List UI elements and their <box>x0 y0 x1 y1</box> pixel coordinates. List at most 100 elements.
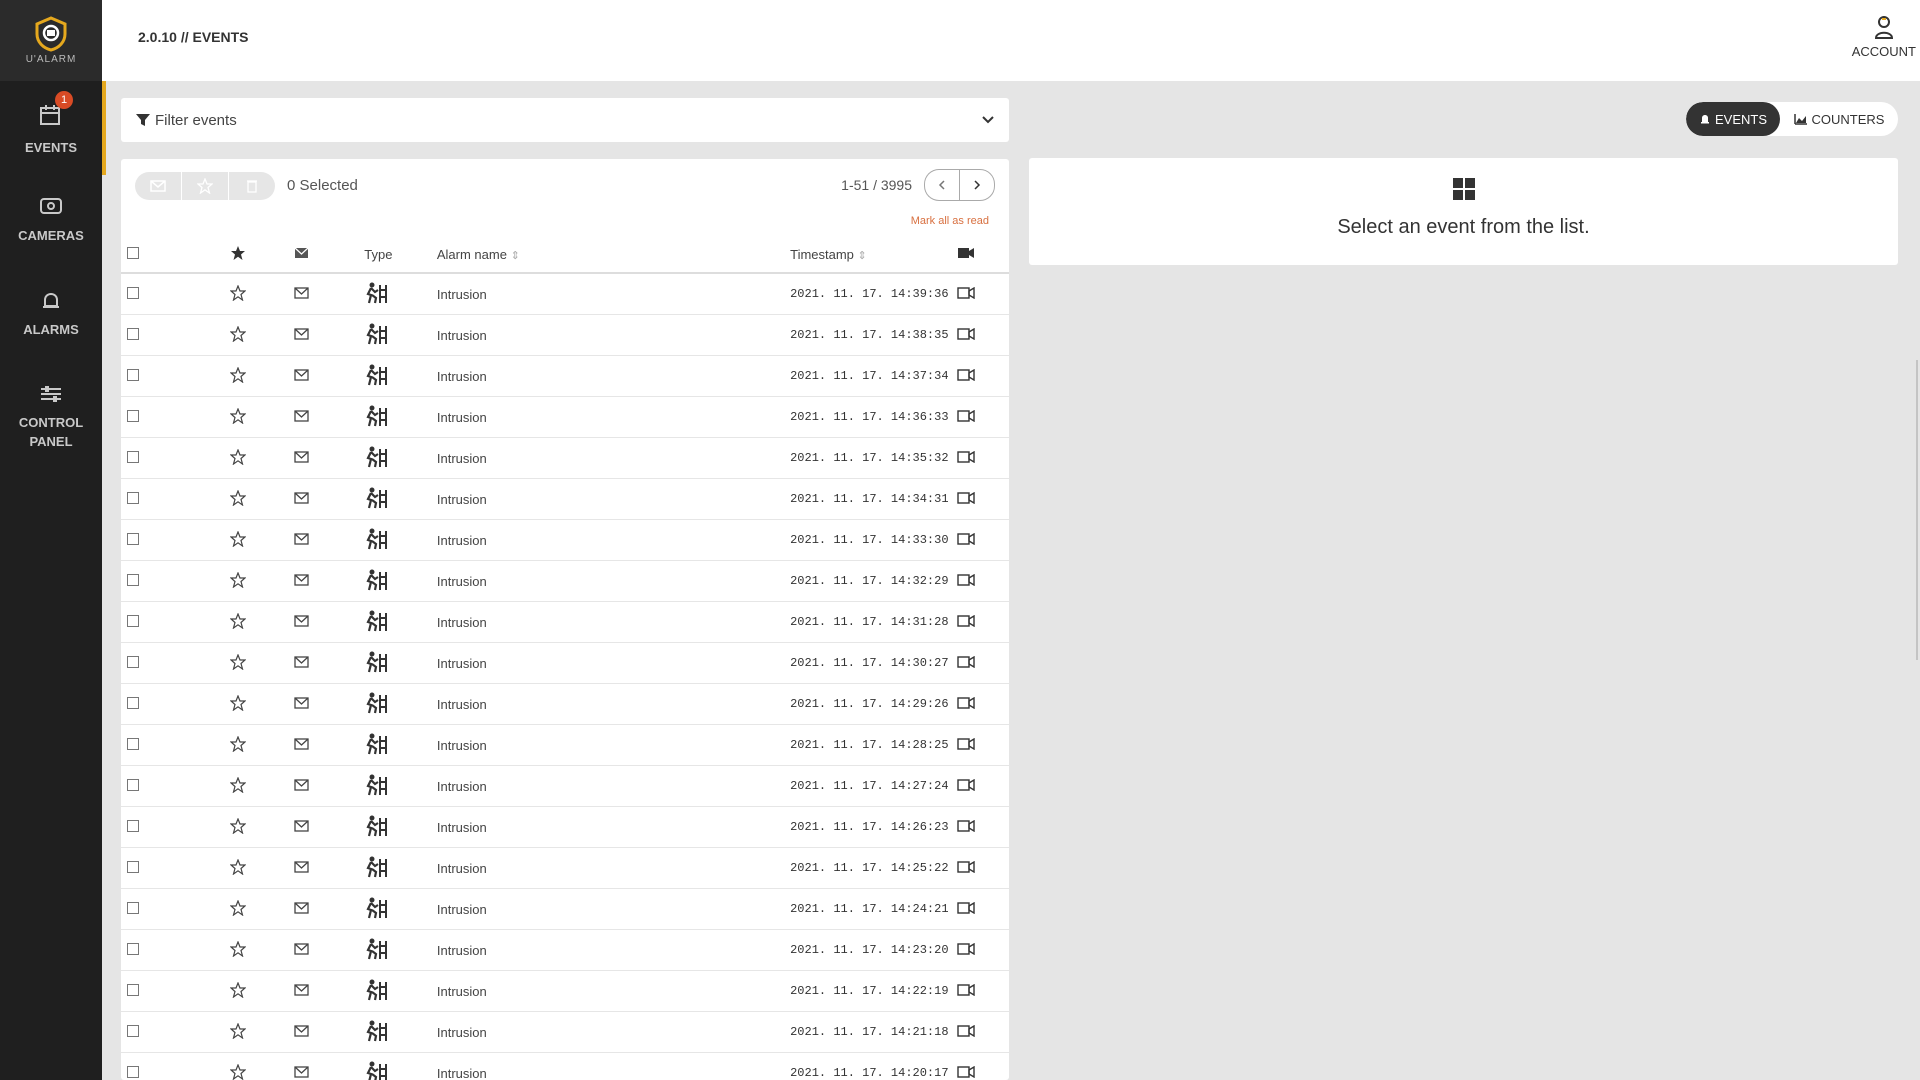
checkbox[interactable] <box>127 778 139 791</box>
row-video-button[interactable] <box>949 396 1009 438</box>
app-logo[interactable]: U'ALARM <box>0 0 102 81</box>
table-row[interactable]: Intrusion 2021. 11. 17. 14:26:23 <box>121 806 1009 848</box>
row-read-toggle[interactable] <box>291 519 365 561</box>
table-row[interactable]: Intrusion 2021. 11. 17. 14:36:33 <box>121 396 1009 438</box>
row-favorite-toggle[interactable] <box>226 1011 292 1053</box>
row-read-toggle[interactable] <box>291 970 365 1012</box>
sidebar-item-control-panel[interactable]: CONTROL PANEL <box>0 383 102 463</box>
next-page-button[interactable] <box>959 169 995 201</box>
row-favorite-toggle[interactable] <box>226 519 292 561</box>
row-favorite-toggle[interactable] <box>226 724 292 766</box>
checkbox[interactable] <box>127 368 139 381</box>
row-read-toggle[interactable] <box>291 478 365 520</box>
row-video-button[interactable] <box>949 806 1009 848</box>
table-row[interactable]: Intrusion 2021. 11. 17. 14:32:29 <box>121 560 1009 602</box>
checkbox[interactable] <box>127 532 139 545</box>
checkbox[interactable] <box>127 286 139 299</box>
chevron-down-icon[interactable] <box>981 115 995 125</box>
row-read-toggle[interactable] <box>291 806 365 848</box>
row-video-button[interactable] <box>949 929 1009 971</box>
checkbox[interactable] <box>127 696 139 709</box>
table-row[interactable]: Intrusion 2021. 11. 17. 14:21:18 <box>121 1011 1009 1053</box>
row-video-button[interactable] <box>949 437 1009 479</box>
row-video-button[interactable] <box>949 519 1009 561</box>
row-video-button[interactable] <box>949 1011 1009 1053</box>
delete-button[interactable] <box>229 172 275 200</box>
header-video[interactable] <box>949 237 1009 274</box>
row-read-toggle[interactable] <box>291 396 365 438</box>
header-select-all[interactable] <box>121 237 227 274</box>
mark-all-read-link[interactable]: Mark all as read <box>911 215 989 227</box>
row-read-toggle[interactable] <box>291 724 365 766</box>
row-video-button[interactable] <box>949 478 1009 520</box>
row-video-button[interactable] <box>949 642 1009 684</box>
row-read-toggle[interactable] <box>291 273 365 315</box>
checkbox[interactable] <box>127 1065 139 1078</box>
prev-page-button[interactable] <box>924 169 959 201</box>
table-row[interactable]: Intrusion 2021. 11. 17. 14:31:28 <box>121 601 1009 643</box>
row-read-toggle[interactable] <box>291 1011 365 1053</box>
checkbox[interactable] <box>127 819 139 832</box>
row-video-button[interactable] <box>949 724 1009 766</box>
mark-read-button[interactable] <box>135 172 182 200</box>
row-favorite-toggle[interactable] <box>226 683 292 725</box>
row-read-toggle[interactable] <box>291 765 365 807</box>
row-video-button[interactable] <box>949 888 1009 930</box>
row-favorite-toggle[interactable] <box>226 355 292 397</box>
row-read-toggle[interactable] <box>291 601 365 643</box>
table-row[interactable]: Intrusion 2021. 11. 17. 14:39:36 <box>121 273 1009 315</box>
row-favorite-toggle[interactable] <box>226 560 292 602</box>
row-video-button[interactable] <box>949 273 1009 315</box>
row-favorite-toggle[interactable] <box>226 273 292 315</box>
row-video-button[interactable] <box>949 847 1009 889</box>
checkbox[interactable] <box>127 409 139 422</box>
checkbox[interactable] <box>127 737 139 750</box>
checkbox[interactable] <box>127 942 139 955</box>
table-row[interactable]: Intrusion 2021. 11. 17. 14:30:27 <box>121 642 1009 684</box>
row-read-toggle[interactable] <box>291 642 365 684</box>
row-favorite-toggle[interactable] <box>226 1052 292 1080</box>
table-row[interactable]: Intrusion 2021. 11. 17. 14:23:20 <box>121 929 1009 971</box>
table-row[interactable]: Intrusion 2021. 11. 17. 14:27:24 <box>121 765 1009 807</box>
row-favorite-toggle[interactable] <box>226 314 292 356</box>
tab-counters[interactable]: COUNTERS <box>1780 102 1898 136</box>
table-row[interactable]: Intrusion 2021. 11. 17. 14:34:31 <box>121 478 1009 520</box>
row-video-button[interactable] <box>949 765 1009 807</box>
row-read-toggle[interactable] <box>291 929 365 971</box>
sidebar-item-events[interactable]: 1 EVENTS <box>0 81 106 175</box>
checkbox[interactable] <box>127 860 139 873</box>
row-favorite-toggle[interactable] <box>226 970 292 1012</box>
row-read-toggle[interactable] <box>291 355 365 397</box>
row-favorite-toggle[interactable] <box>226 601 292 643</box>
checkbox[interactable] <box>127 247 139 259</box>
header-type[interactable]: Type <box>364 237 437 274</box>
table-row[interactable]: Intrusion 2021. 11. 17. 14:28:25 <box>121 724 1009 766</box>
row-favorite-toggle[interactable] <box>226 847 292 889</box>
checkbox[interactable] <box>127 983 139 996</box>
row-favorite-toggle[interactable] <box>226 642 292 684</box>
table-row[interactable]: Intrusion 2021. 11. 17. 14:20:17 <box>121 1052 1009 1080</box>
row-video-button[interactable] <box>949 560 1009 602</box>
sidebar-item-cameras[interactable]: CAMERAS <box>0 196 102 256</box>
row-video-button[interactable] <box>949 355 1009 397</box>
table-row[interactable]: Intrusion 2021. 11. 17. 14:25:22 <box>121 847 1009 889</box>
checkbox[interactable] <box>127 327 139 340</box>
row-read-toggle[interactable] <box>291 888 365 930</box>
checkbox[interactable] <box>127 573 139 586</box>
scrollbar[interactable] <box>1916 360 1918 660</box>
row-favorite-toggle[interactable] <box>226 806 292 848</box>
table-row[interactable]: Intrusion 2021. 11. 17. 14:37:34 <box>121 355 1009 397</box>
row-favorite-toggle[interactable] <box>226 437 292 479</box>
table-row[interactable]: Intrusion 2021. 11. 17. 14:38:35 <box>121 314 1009 356</box>
header-timestamp[interactable]: Timestamp ⇕ <box>790 237 950 274</box>
checkbox[interactable] <box>127 450 139 463</box>
checkbox[interactable] <box>127 655 139 668</box>
table-row[interactable]: Intrusion 2021. 11. 17. 14:29:26 <box>121 683 1009 725</box>
checkbox[interactable] <box>127 1024 139 1037</box>
row-read-toggle[interactable] <box>291 847 365 889</box>
row-read-toggle[interactable] <box>291 437 365 479</box>
row-video-button[interactable] <box>949 601 1009 643</box>
row-read-toggle[interactable] <box>291 683 365 725</box>
table-row[interactable]: Intrusion 2021. 11. 17. 14:33:30 <box>121 519 1009 561</box>
row-favorite-toggle[interactable] <box>226 478 292 520</box>
